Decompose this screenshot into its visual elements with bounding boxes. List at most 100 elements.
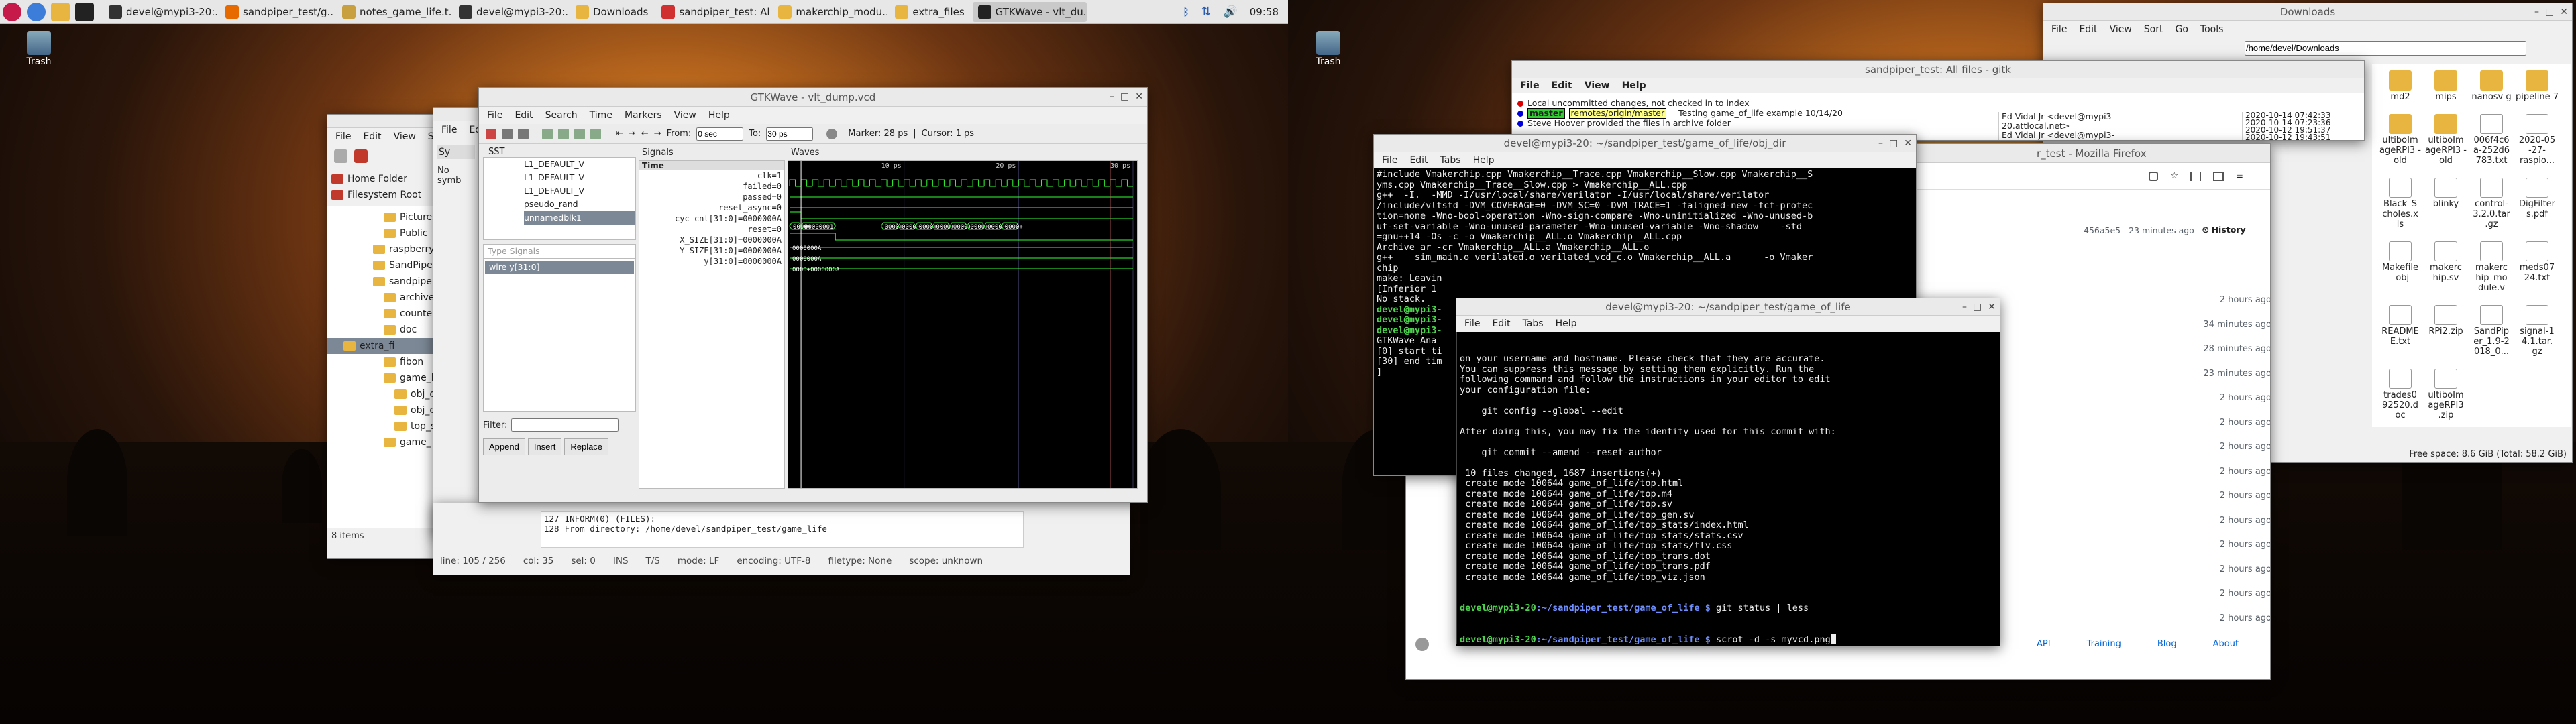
file-item[interactable]: makerc hip.sv	[2424, 241, 2467, 293]
close-icon[interactable]: ✕	[1988, 302, 1996, 312]
file-item[interactable]: README E.txt	[2379, 305, 2422, 357]
back-icon[interactable]	[334, 149, 347, 163]
signal-row[interactable]: reset=0	[639, 224, 784, 235]
taskbar-item-terminal[interactable]: devel@mypi3-20:...	[103, 2, 217, 22]
file-item[interactable]: signal-1 4.1.tar. gz	[2516, 305, 2559, 357]
sst-item[interactable]: L1_DEFAULT_V	[524, 184, 635, 198]
menu-item[interactable]: Search	[545, 110, 578, 121]
menu-icon[interactable]: ≡	[2236, 171, 2243, 181]
menu-item[interactable]: Sort	[2144, 24, 2163, 35]
maximize-icon[interactable]: □	[2545, 7, 2554, 17]
close-icon[interactable]: ✕	[1135, 91, 1143, 102]
close-icon[interactable]: ✕	[2560, 7, 2568, 17]
type-signals-input[interactable]: Type Signals	[483, 244, 636, 259]
zoom-fit-icon[interactable]	[542, 128, 553, 139]
sst-item[interactable]: L1_DEFAULT_V	[524, 171, 635, 184]
file-item[interactable]: 2020-05 -27- raspio...	[2516, 114, 2559, 166]
file-item[interactable]: ultiboIm ageRPI3 -old	[2424, 114, 2467, 166]
menu-item[interactable]: Help	[708, 110, 730, 121]
maximize-icon[interactable]: □	[1973, 302, 1982, 312]
branch-tag[interactable]: remotes/origin/master	[1568, 108, 1667, 119]
file-item[interactable]: DigFilter s.pdf	[2516, 178, 2559, 229]
bluetooth-icon[interactable]: ᛒ	[1183, 6, 1189, 18]
menu-item[interactable]: File	[1382, 155, 1397, 166]
menu-item[interactable]: Help	[1473, 155, 1495, 166]
sst-item[interactable]: pseudo_rand	[524, 198, 635, 211]
minimize-icon[interactable]: –	[1878, 138, 1883, 149]
footer-link[interactable]: Training	[2087, 639, 2121, 649]
commit-message[interactable]: Steve Hoover provided the files in archi…	[1527, 119, 1731, 128]
menu-item[interactable]: Edit	[1552, 80, 1572, 91]
trash-desktop-icon[interactable]: Trash	[1308, 31, 1348, 67]
commit-message[interactable]: Testing game_of_life example 10/14/20	[1678, 109, 1843, 118]
menu-item[interactable]: View	[674, 110, 696, 121]
commit-hash[interactable]: 456a5e5	[2084, 225, 2121, 235]
signal-row[interactable]: X_SIZE[31:0]=0000000A	[639, 235, 784, 245]
browser-icon[interactable]	[27, 2, 46, 21]
menu-item[interactable]: Edit	[1492, 318, 1510, 329]
signal-row[interactable]: failed=0	[639, 181, 784, 192]
menu-item[interactable]: Time	[590, 110, 612, 121]
file-item[interactable]: makerc hip_mo dule.v	[2470, 241, 2513, 293]
menu-item[interactable]: Edit	[2079, 24, 2097, 35]
menu-item[interactable]: File	[487, 110, 502, 121]
minimize-icon[interactable]: –	[2534, 7, 2539, 17]
file-item[interactable]: trades0 92520.d oc	[2379, 369, 2422, 420]
menu-item[interactable]: Tabs	[1440, 155, 1461, 166]
zoom-in-icon[interactable]	[558, 128, 569, 139]
signal-row[interactable]: y[31:0]=0000000A	[639, 256, 784, 267]
menu-item[interactable]: Help	[1556, 318, 1577, 329]
file-item[interactable]: Black_S choles.x ls	[2379, 178, 2422, 229]
last-icon[interactable]: ⇥	[629, 129, 636, 139]
taskbar-item[interactable]: sandpiper_test/g...	[220, 2, 334, 22]
undo-zoom-icon[interactable]	[590, 128, 601, 139]
sst-item[interactable]: unnamedblk1	[524, 211, 635, 225]
menu-item[interactable]: File	[2051, 24, 2067, 35]
file-item[interactable]: SandPip er_1.9-2 018_0...	[2470, 305, 2513, 357]
terminal-output[interactable]: on your username and hostname. Please ch…	[1456, 332, 2000, 644]
signal-row[interactable]: cyc_cnt[31:0]=0000000A	[639, 213, 784, 224]
prev-icon[interactable]: ←	[641, 129, 649, 139]
network-icon[interactable]: ⇅	[1201, 5, 1212, 19]
menu-item[interactable]: Edit	[363, 131, 381, 142]
menu-item[interactable]: Tools	[2200, 24, 2224, 35]
footer-link[interactable]: API	[2037, 639, 2051, 649]
menu-item[interactable]: Markers	[625, 110, 662, 121]
branch-tag[interactable]: master	[1527, 108, 1565, 119]
maximize-icon[interactable]: □	[1889, 138, 1898, 149]
menu-item[interactable]: View	[1585, 80, 1610, 91]
waveform-canvas[interactable]: 10 ps 20 ps 30 ps0000+00000001 0000+0000+00…	[788, 161, 1137, 488]
file-item[interactable]: RPi2.zip	[2424, 305, 2467, 357]
footer-link[interactable]: About	[2213, 639, 2239, 649]
maximize-icon[interactable]: □	[1120, 91, 1129, 102]
replace-button[interactable]: Replace	[564, 438, 609, 455]
taskbar-item[interactable]: extra_files	[890, 2, 969, 22]
file-item[interactable]: md2	[2379, 70, 2422, 102]
commit-message[interactable]: Local uncommitted changes, not checked i…	[1527, 99, 1750, 108]
file-item[interactable]: nanosv g	[2470, 70, 2513, 102]
library-icon[interactable]	[2190, 171, 2202, 181]
taskbar-item[interactable]: devel@mypi3-20:...	[453, 2, 568, 22]
insert-button[interactable]: Insert	[527, 438, 562, 455]
signal-row[interactable]: clk=1	[639, 170, 784, 181]
taskbar-item[interactable]: sandpiper_test: Al...	[656, 2, 770, 22]
copy-icon[interactable]	[502, 128, 513, 139]
trash-desktop-icon[interactable]: Trash	[19, 31, 59, 67]
paste-icon[interactable]	[518, 128, 529, 139]
taskbar-item[interactable]: Downloads	[570, 2, 653, 22]
star-icon[interactable]: ☆	[2170, 171, 2178, 181]
file-item[interactable]: Makefile _obj	[2379, 241, 2422, 293]
footer-link[interactable]: Blog	[2157, 639, 2177, 649]
home-icon[interactable]	[354, 149, 368, 163]
sst-item[interactable]: L1_DEFAULT_V	[524, 158, 635, 171]
menu-item[interactable]: File	[441, 125, 457, 135]
menu-item[interactable]: File	[1520, 80, 1540, 91]
file-item[interactable]: ultiboIm ageRPI3 .zip	[2424, 369, 2467, 420]
filter-input[interactable]	[511, 418, 619, 432]
minimize-icon[interactable]: –	[1962, 302, 1967, 312]
file-manager-icon[interactable]	[51, 2, 70, 21]
github-icon[interactable]	[1415, 638, 1429, 651]
wire-item[interactable]: wire y[31:0]	[485, 261, 634, 274]
menu-item[interactable]: File	[335, 131, 351, 142]
menu-item[interactable]: View	[394, 131, 416, 142]
